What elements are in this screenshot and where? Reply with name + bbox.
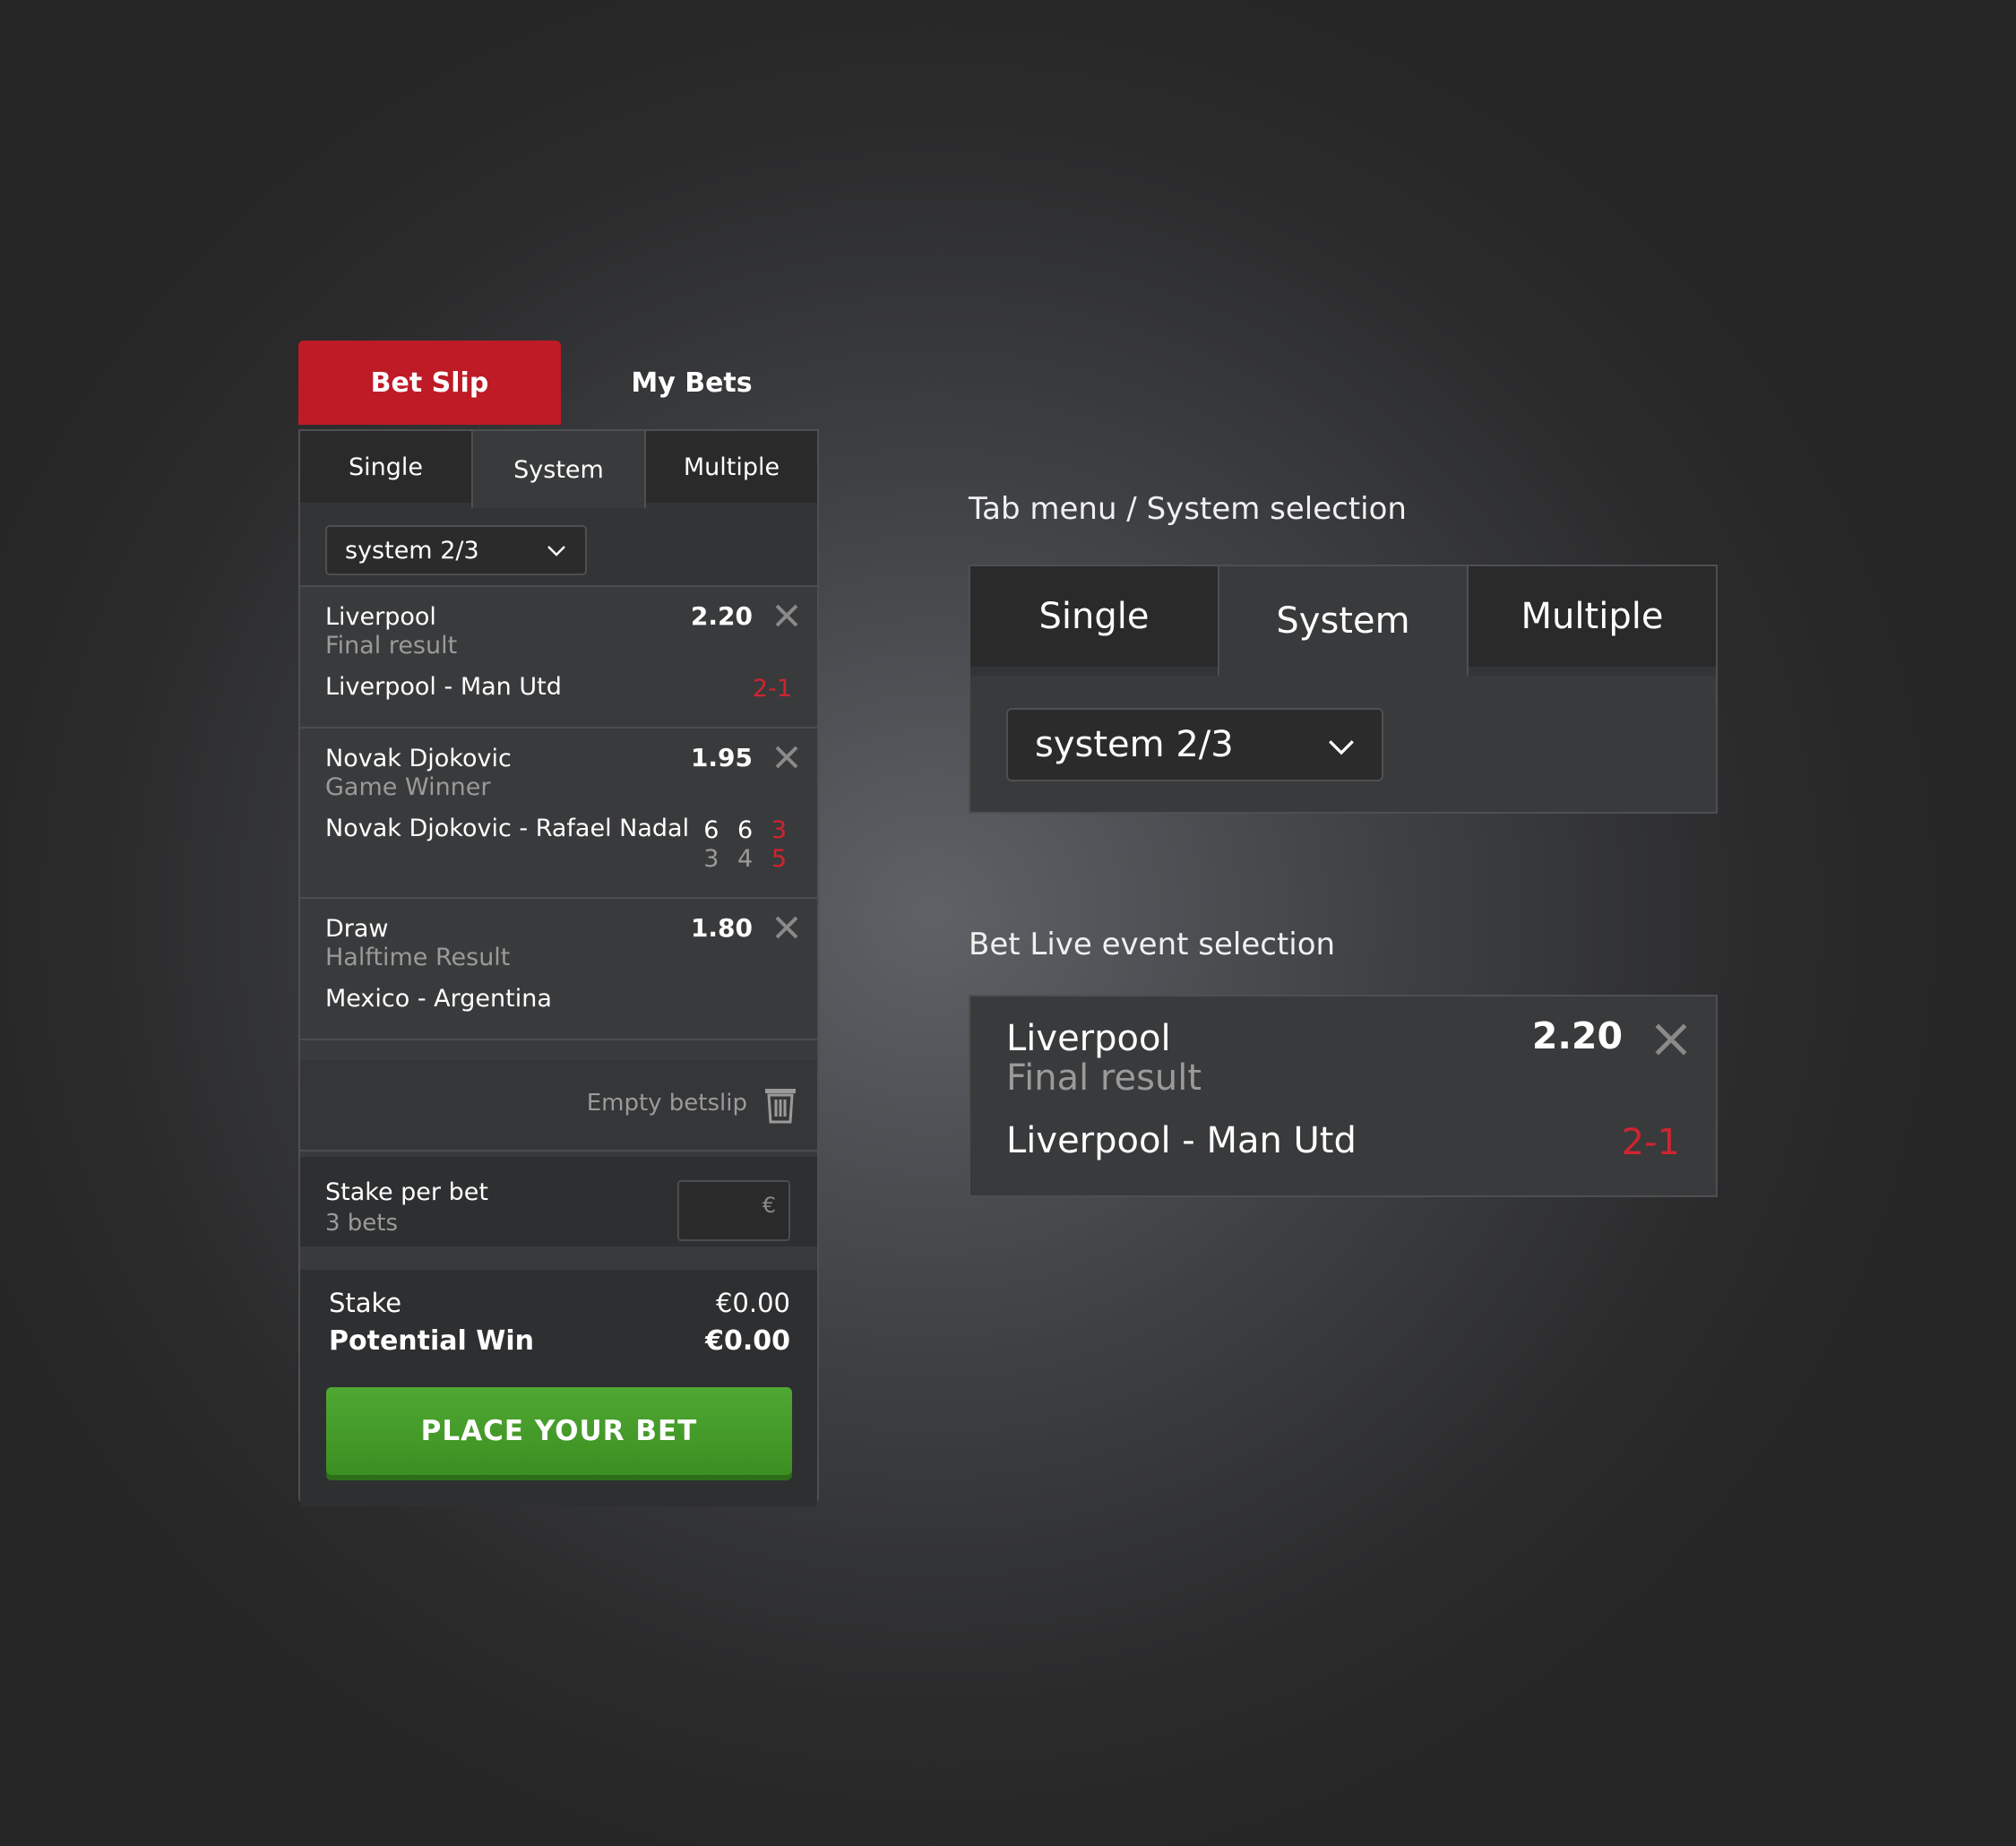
stake-per-bet-label: Stake per bet bbox=[325, 1178, 488, 1206]
tab-single-label: Single bbox=[1038, 596, 1150, 637]
live-bet-preview: Liverpool Final result 2.20 Liverpool - … bbox=[969, 995, 1718, 1197]
tab-multiple[interactable]: Multiple bbox=[646, 431, 817, 508]
empty-betslip-label: Empty betslip bbox=[586, 1090, 747, 1117]
set-score: 6 bbox=[737, 816, 759, 844]
tab-menu-preview: Single System Multiple system 2/3 bbox=[969, 565, 1718, 814]
bet-type-tabs: Single System Multiple bbox=[300, 431, 817, 508]
live-score: 2-1 bbox=[1621, 1122, 1680, 1163]
currency-symbol: € bbox=[762, 1193, 776, 1218]
system-select[interactable]: system 2/3 bbox=[325, 525, 587, 575]
tab-multiple-label: Multiple bbox=[683, 453, 780, 481]
tab-bet-slip-label: Bet Slip bbox=[370, 367, 489, 399]
empty-betslip-row[interactable]: Empty betslip bbox=[300, 1060, 817, 1152]
stake-value: €0.00 bbox=[715, 1288, 790, 1318]
bet-event: Liverpool - Man Utd bbox=[1006, 1120, 1357, 1161]
tab-system-label: System bbox=[513, 455, 604, 484]
tab-my-bets-label: My Bets bbox=[631, 367, 753, 399]
bet-odds: 1.80 bbox=[690, 913, 753, 943]
tab-single[interactable]: Single bbox=[970, 566, 1218, 676]
tab-multiple-label: Multiple bbox=[1521, 596, 1664, 637]
bet-odds: 2.20 bbox=[690, 601, 753, 631]
stake-input[interactable]: € bbox=[677, 1180, 790, 1241]
bet-market: Game Winner bbox=[325, 773, 491, 801]
bet-odds: 1.95 bbox=[690, 743, 753, 772]
bet-count: 3 bets bbox=[325, 1210, 399, 1237]
trash-icon[interactable] bbox=[763, 1086, 797, 1124]
potential-win-label: Potential Win bbox=[329, 1325, 534, 1357]
bet-event: Liverpool - Man Utd bbox=[325, 673, 562, 701]
bet-item: Liverpool Final result 2.20 Liverpool - … bbox=[300, 587, 817, 729]
betslip-panel: Single System Multiple system 2/3 Liverp… bbox=[298, 429, 819, 1506]
tab-system-label: System bbox=[1276, 600, 1410, 642]
place-bet-label: PLACE YOUR BET bbox=[420, 1415, 698, 1447]
system-selection-row: system 2/3 bbox=[300, 508, 817, 587]
bet-selection-name: Draw bbox=[325, 915, 389, 943]
section-title-tabs: Tab menu / System selection bbox=[969, 491, 1407, 527]
potential-win-value: €0.00 bbox=[705, 1325, 790, 1357]
system-select[interactable]: system 2/3 bbox=[1006, 708, 1383, 781]
stake-label: Stake bbox=[329, 1288, 402, 1318]
chevron-down-icon bbox=[1329, 740, 1354, 755]
system-select-value: system 2/3 bbox=[1035, 724, 1234, 765]
chevron-down-icon bbox=[547, 546, 565, 556]
set-score: 4 bbox=[737, 845, 759, 873]
tab-my-bets[interactable]: My Bets bbox=[561, 341, 823, 425]
bet-selection-name: Liverpool bbox=[1006, 1018, 1171, 1059]
place-bet-button[interactable]: PLACE YOUR BET bbox=[326, 1387, 792, 1475]
bet-event: Novak Djokovic - Rafael Nadal bbox=[325, 815, 690, 842]
bet-selection-name: Novak Djokovic bbox=[325, 745, 512, 772]
bet-selection-name: Liverpool bbox=[325, 603, 436, 631]
set-score: 6 bbox=[703, 816, 725, 844]
set-score: 3 bbox=[771, 816, 792, 844]
bet-type-tabs-large: Single System Multiple bbox=[970, 566, 1716, 676]
section-title-live: Bet Live event selection bbox=[969, 927, 1336, 962]
tab-bet-slip[interactable]: Bet Slip bbox=[298, 341, 561, 425]
bet-odds: 2.20 bbox=[1531, 1014, 1623, 1057]
tab-system[interactable]: System bbox=[1218, 566, 1469, 676]
tab-multiple[interactable]: Multiple bbox=[1469, 566, 1716, 676]
tab-single[interactable]: Single bbox=[300, 431, 471, 508]
bet-item: Draw Halftime Result 1.80 Mexico - Argen… bbox=[300, 899, 817, 1040]
stake-per-bet-row: Stake per bet 3 bets € bbox=[300, 1157, 817, 1246]
close-icon[interactable] bbox=[1653, 1022, 1689, 1057]
tab-single-label: Single bbox=[348, 453, 423, 481]
set-score: 5 bbox=[771, 845, 792, 873]
close-icon[interactable] bbox=[774, 915, 799, 940]
tennis-score-top: 6 6 3 bbox=[703, 816, 792, 844]
bet-market: Halftime Result bbox=[325, 944, 511, 971]
tennis-score-bottom: 3 4 5 bbox=[703, 845, 792, 873]
bet-item: Novak Djokovic Game Winner 1.95 Novak Dj… bbox=[300, 729, 817, 899]
bet-event: Mexico - Argentina bbox=[325, 985, 552, 1013]
set-score: 3 bbox=[703, 845, 725, 873]
live-score: 2-1 bbox=[752, 675, 792, 703]
bet-summary: Stake €0.00 Potential Win €0.00 PLACE YO… bbox=[300, 1270, 817, 1506]
bet-market: Final result bbox=[325, 632, 458, 660]
tab-system[interactable]: System bbox=[471, 431, 646, 508]
close-icon[interactable] bbox=[774, 745, 799, 770]
bet-market: Final result bbox=[1006, 1057, 1202, 1099]
close-icon[interactable] bbox=[774, 603, 799, 628]
system-select-value: system 2/3 bbox=[345, 536, 479, 565]
